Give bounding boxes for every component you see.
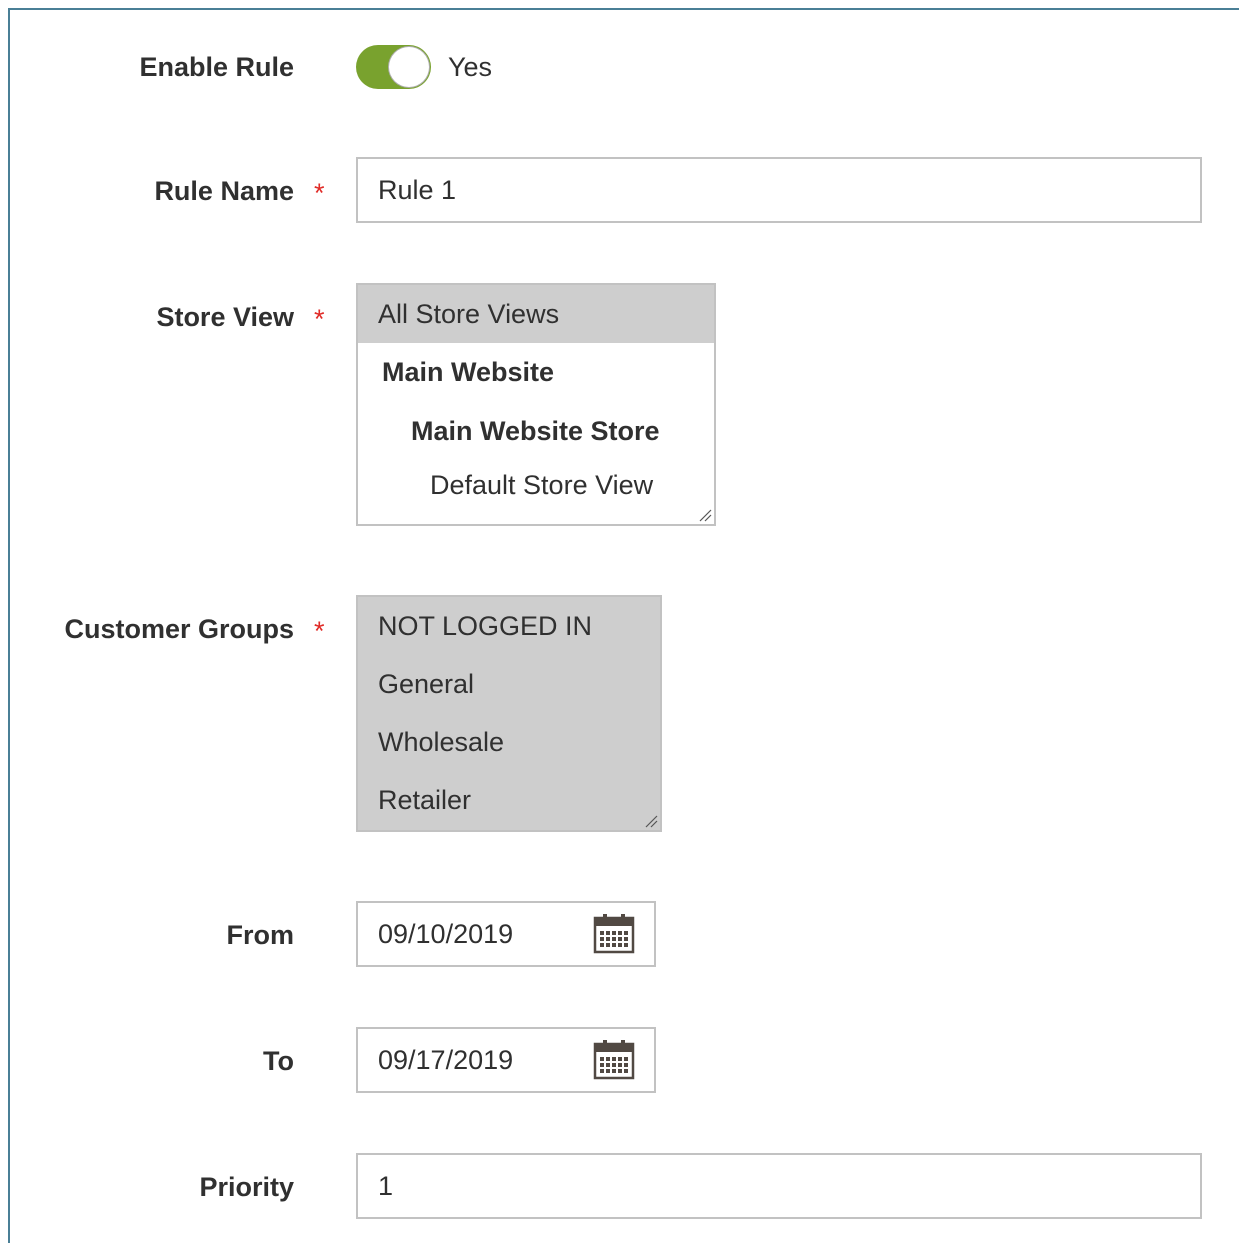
required-asterisk: * xyxy=(314,616,325,646)
toggle-knob xyxy=(389,47,429,87)
resize-grip-icon[interactable] xyxy=(644,814,658,828)
store-view-group-main-website-store: Main Website Store xyxy=(411,416,660,446)
store-view-group-main-website: Main Website xyxy=(382,357,555,387)
rule-name-input[interactable]: Rule 1 xyxy=(356,157,1202,223)
customer-groups-label: Customer Groups xyxy=(64,614,294,644)
customer-group-option[interactable]: Retailer xyxy=(358,771,660,829)
store-view-label: Store View xyxy=(156,302,294,332)
store-view-option-all[interactable]: All Store Views xyxy=(358,285,714,343)
to-date-value: 09/17/2019 xyxy=(378,1044,514,1075)
enable-rule-toggle[interactable] xyxy=(356,45,431,89)
customer-groups-multiselect[interactable]: NOT LOGGED IN General Wholesale Retailer xyxy=(356,595,662,832)
enable-rule-label: Enable Rule xyxy=(139,52,294,82)
rule-name-label: Rule Name xyxy=(154,176,294,206)
required-asterisk: * xyxy=(314,304,325,334)
customer-group-option[interactable]: Wholesale xyxy=(358,713,660,771)
calendar-icon[interactable] xyxy=(592,1038,636,1082)
from-label: From xyxy=(226,920,295,950)
store-view-multiselect[interactable]: All Store Views Main Website Main Websit… xyxy=(356,283,716,526)
customer-group-option[interactable]: General xyxy=(358,655,660,713)
enable-rule-value: Yes xyxy=(448,52,493,82)
required-asterisk: * xyxy=(314,178,325,208)
priority-input[interactable]: 1 xyxy=(356,1153,1202,1219)
resize-grip-icon[interactable] xyxy=(698,508,712,522)
calendar-icon[interactable] xyxy=(592,912,636,956)
to-date-input[interactable]: 09/17/2019 xyxy=(356,1027,656,1093)
priority-label: Priority xyxy=(199,1172,294,1202)
from-date-value: 09/10/2019 xyxy=(378,918,514,949)
customer-group-option[interactable]: NOT LOGGED IN xyxy=(358,597,660,655)
store-view-option-default[interactable]: Default Store View xyxy=(358,461,714,509)
to-label: To xyxy=(263,1046,294,1076)
from-date-input[interactable]: 09/10/2019 xyxy=(356,901,656,967)
